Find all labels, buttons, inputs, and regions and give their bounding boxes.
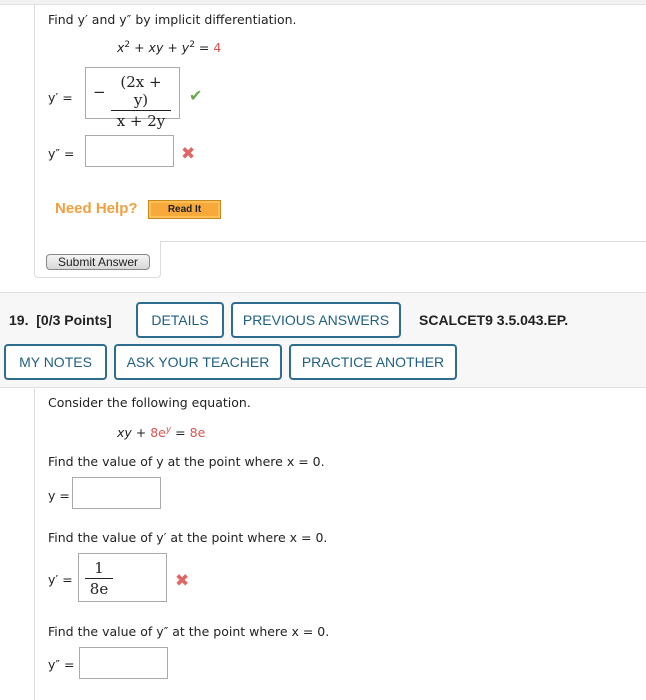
divider xyxy=(160,241,646,242)
incorrect-x-icon: ✖ xyxy=(181,144,196,164)
part2-prompt: Find the value of y′ at the point where … xyxy=(48,530,328,545)
question-code: SCALCET9 3.5.043.EP. xyxy=(419,312,569,328)
incorrect-x-icon: ✖ xyxy=(175,571,190,591)
denominator: x + 2y xyxy=(116,112,166,130)
eq-equals: = xyxy=(171,425,190,440)
eq-term: xy + xyxy=(117,425,151,440)
practice-another-button[interactable]: PRACTICE ANOTHER xyxy=(289,344,457,380)
details-button[interactable]: DETAILS xyxy=(136,302,224,338)
part1-input[interactable] xyxy=(72,477,161,509)
yprime-label: y′ = xyxy=(48,90,73,105)
eq-rhs: 4 xyxy=(213,40,222,55)
points-badge: [0/3 Points] xyxy=(36,312,112,328)
yprime-answer-box[interactable]: − (2x + y) x + 2y xyxy=(85,67,180,130)
previous-answers-button[interactable]: PREVIOUS ANSWERS xyxy=(231,302,401,338)
numerator: (2x + y) xyxy=(120,73,162,109)
eq-equals: = xyxy=(194,40,214,55)
part3-prompt: Find the value of y″ at the point where … xyxy=(48,624,330,639)
fraction-bar xyxy=(111,110,171,111)
yprime-fraction: (2x + y) x + 2y xyxy=(111,73,171,130)
fraction-bar xyxy=(85,578,113,579)
negative-sign: − xyxy=(93,83,106,101)
question-number-text: 19. xyxy=(9,312,29,328)
numerator: 1 xyxy=(94,559,104,577)
eq-term: + xy + y xyxy=(130,40,190,55)
part1-label: y = xyxy=(48,488,70,503)
correct-check-icon: ✔ xyxy=(189,86,203,105)
part1-prompt: Find the value of y at the point where x… xyxy=(48,454,325,469)
submit-answer-button[interactable]: Submit Answer xyxy=(46,254,150,270)
my-notes-button[interactable]: MY NOTES xyxy=(4,344,107,380)
question-number: 19. [0/3 Points] xyxy=(9,312,112,328)
part2-fraction: 1 8e xyxy=(85,559,113,598)
denominator: 8e xyxy=(89,580,109,598)
eq-coef: 8e xyxy=(150,425,166,440)
ask-your-teacher-button[interactable]: ASK YOUR TEACHER xyxy=(114,344,282,380)
part2-label: y′ = xyxy=(48,572,73,587)
q19-equation: xy + 8ey = 8e xyxy=(117,425,205,440)
ydouble-label: y″ = xyxy=(48,146,75,161)
q18-equation: x2 + xy + y2 = 4 xyxy=(117,40,221,55)
q18-prompt: Find y′ and y″ by implicit differentiati… xyxy=(48,12,297,27)
part3-input[interactable] xyxy=(79,647,168,679)
eq-rhs: 8e xyxy=(189,425,206,440)
ydouble-input[interactable] xyxy=(85,135,174,167)
part2-answer-box[interactable]: 1 8e xyxy=(78,553,167,602)
q19-prompt: Consider the following equation. xyxy=(48,395,251,410)
need-help-label: Need Help? xyxy=(55,200,138,217)
read-it-button[interactable]: Read It xyxy=(148,200,221,219)
part3-label: y″ = xyxy=(48,657,75,672)
